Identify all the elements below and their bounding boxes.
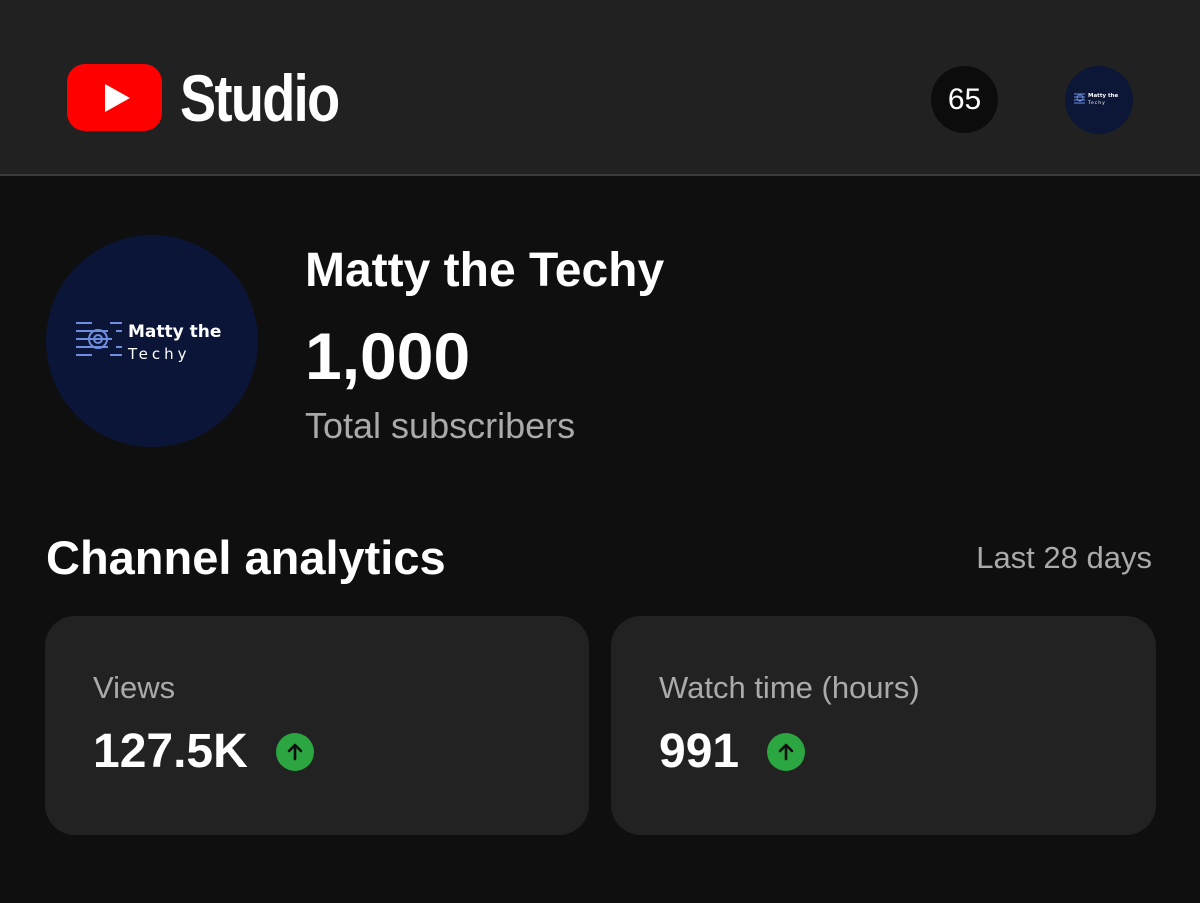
svg-text:Techy: Techy — [127, 345, 190, 363]
arrow-up-icon — [275, 732, 314, 771]
watch-time-label: Watch time (hours) — [659, 670, 920, 705]
studio-wordmark: Studio — [180, 60, 340, 135]
views-value: 127.5K — [93, 725, 248, 778]
views-label: Views — [93, 670, 176, 705]
notifications-badge[interactable]: 65 — [931, 66, 998, 133]
views-card[interactable]: Views 127.5K — [45, 616, 589, 835]
top-app-bar: Studio 65 Matty the Techy — [0, 0, 1200, 176]
channel-logo-icon: Matty the Techy — [1074, 93, 1118, 106]
analytics-section-title: Channel analytics — [46, 531, 446, 584]
youtube-studio-logo[interactable]: Studio — [67, 64, 373, 131]
analytics-period: Last 28 days — [976, 540, 1152, 575]
subscriber-count: 1,000 — [305, 319, 471, 393]
channel-name: Matty the Techy — [305, 244, 665, 297]
channel-avatar[interactable]: Matty the Techy — [46, 235, 258, 447]
arrow-up-icon — [767, 732, 806, 771]
svg-text:Matty the: Matty the — [1088, 93, 1118, 99]
channel-logo-icon: Matty the Techy — [76, 322, 221, 363]
account-avatar[interactable]: Matty the Techy — [1065, 66, 1133, 134]
svg-text:Techy: Techy — [1087, 100, 1106, 106]
watch-time-value: 991 — [659, 725, 740, 778]
youtube-play-icon — [67, 64, 162, 131]
svg-text:Matty the: Matty the — [128, 322, 221, 342]
subscriber-label: Total subscribers — [305, 405, 576, 446]
watch-time-card[interactable]: Watch time (hours) 991 — [611, 616, 1156, 835]
